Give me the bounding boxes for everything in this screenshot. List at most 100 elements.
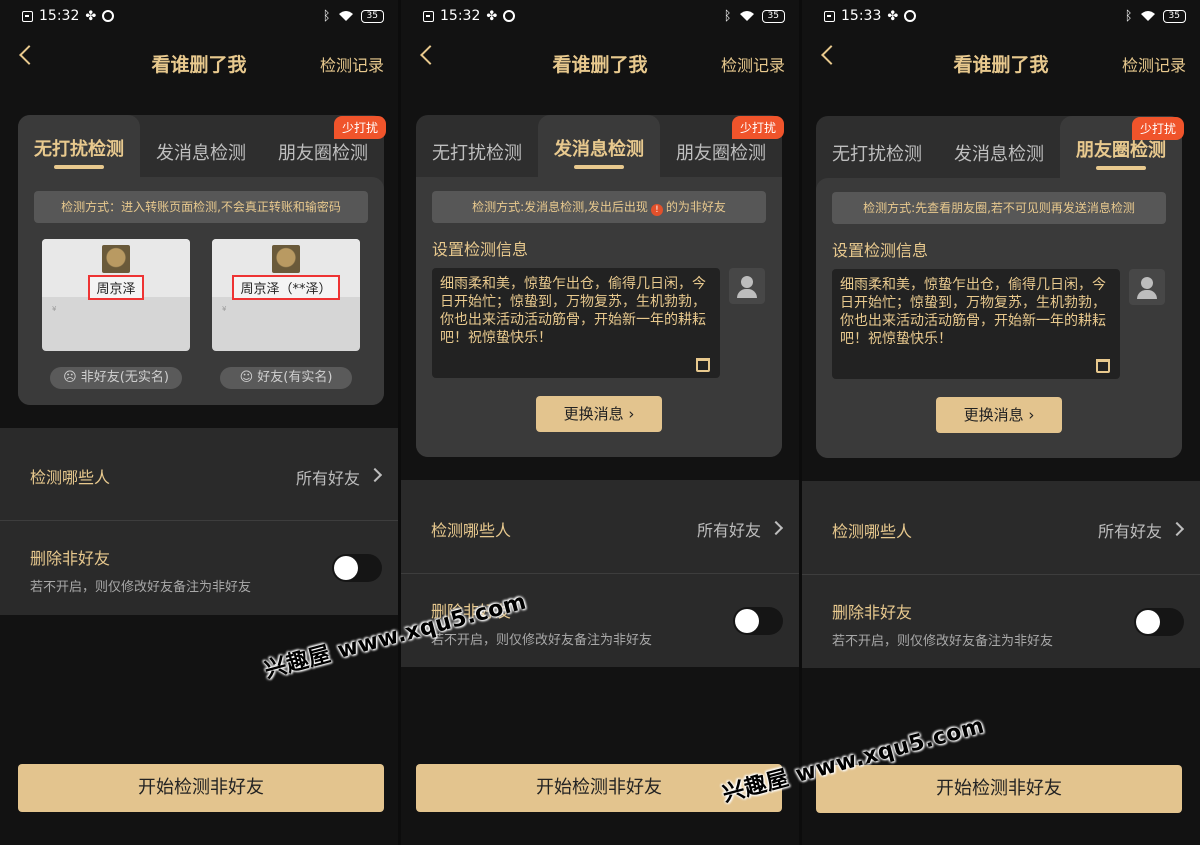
sample-friend: 周京泽（**泽） ¥ xyxy=(212,239,360,351)
detect-who-value: 所有好友 xyxy=(295,469,360,488)
method-text-b: 的为非好友 xyxy=(665,200,726,214)
change-message-button[interactable]: 更换消息 › xyxy=(536,396,662,432)
change-message-button[interactable]: 更换消息 › xyxy=(936,397,1062,433)
tab-label: 无打扰检测 xyxy=(832,144,922,165)
message-box[interactable]: 细雨柔和美，惊蛰乍出仓，偷得几日闲，今日开始忙；惊蛰到，万物复苏，生机勃勃，你也… xyxy=(832,269,1120,379)
tab-label: 朋友圈检测 xyxy=(278,143,368,164)
method-text-a: 检测方式:发消息检测,发出后出现 xyxy=(472,200,648,214)
chevron-right-icon xyxy=(768,520,784,536)
battery-icon: 35 xyxy=(1162,9,1186,23)
tab-label: 无打扰检测 xyxy=(34,139,124,160)
tab-message[interactable]: 发消息检测 xyxy=(140,115,262,177)
tab-label: 朋友圈检测 xyxy=(676,143,766,164)
sample-name: 周京泽（**泽） xyxy=(232,275,340,300)
delete-label: 删除非好友 xyxy=(30,549,111,568)
tab-underline xyxy=(1096,166,1146,170)
record-link[interactable]: 检测记录 xyxy=(320,52,384,76)
detect-who-label: 检测哪些人 xyxy=(832,522,913,541)
tab-bar: 无打扰检测 发消息检测 朋友圈检测 少打扰 xyxy=(18,115,386,177)
detect-who-row[interactable]: 检测哪些人 所有好友 xyxy=(401,480,799,573)
delete-label: 删除非好友 xyxy=(832,603,913,622)
delete-sub: 若不开启，则仅修改好友备注为非好友 xyxy=(30,580,252,595)
screen-1: 15:32 ✤ ᛒ 35 看谁删了我 检测记录 无打扰检测 发消息检测 朋友圈检测… xyxy=(0,0,398,845)
detect-who-label: 检测哪些人 xyxy=(30,468,111,487)
wifi-icon xyxy=(739,11,754,21)
method-text: 检测方式:先查看朋友圈,若不可见则再发送消息检测 xyxy=(832,192,1166,224)
change-label: 更换消息 xyxy=(563,405,624,423)
status-time: 15:32 xyxy=(440,8,481,24)
tab-quiet[interactable]: 无打扰检测 xyxy=(816,116,938,178)
tab-message[interactable]: 发消息检测 xyxy=(538,115,660,177)
delete-toggle[interactable] xyxy=(332,554,382,582)
notification-icon xyxy=(423,10,434,22)
method-text: 检测方式:发消息检测,发出后出现! 的为非好友 xyxy=(432,191,766,223)
screen-3: 15:33 ✤ ᛒ 35 看谁删了我 检测记录 无打扰检测 发消息检测 朋友圈检测… xyxy=(802,0,1200,845)
tab-quiet[interactable]: 无打扰检测 xyxy=(416,115,538,177)
message-text: 细雨柔和美，惊蛰乍出仓，偷得几日闲，今日开始忙；惊蛰到，万物复苏，生机勃勃，你也… xyxy=(440,276,706,346)
battery-icon: 35 xyxy=(360,9,384,23)
pill-non-friend: ☹ 非好友(无实名) xyxy=(50,367,182,389)
record-link[interactable]: 检测记录 xyxy=(1122,52,1186,76)
less-disturb-badge: 少打扰 xyxy=(1131,117,1184,140)
method-text: 检测方式：进入转账页面检测,不会真正转账和输密码 xyxy=(34,191,368,223)
sample-name: 周京泽 xyxy=(88,275,144,300)
bluetooth-icon: ᛒ xyxy=(322,8,331,24)
sync-icon xyxy=(102,10,115,22)
tab-label: 朋友圈检测 xyxy=(1076,140,1166,161)
header: 看谁删了我 检测记录 xyxy=(401,40,799,84)
start-button[interactable]: 开始检测非好友 xyxy=(18,764,384,812)
tab-underline xyxy=(54,165,104,169)
notification-icon xyxy=(22,10,33,22)
status-bar: 15:33 ✤ ᛒ 35 xyxy=(824,6,1186,26)
detect-who-label: 检测哪些人 xyxy=(431,521,512,540)
detect-who-row[interactable]: 检测哪些人 所有好友 xyxy=(0,428,398,520)
tab-quiet[interactable]: 无打扰检测 xyxy=(18,115,140,177)
detect-card: 无打扰检测 发消息检测 朋友圈检测 少打扰 检测方式:发消息检测,发出后出现! 的… xyxy=(416,115,784,457)
detect-who-value: 所有好友 xyxy=(696,521,761,540)
sample-placeholder: ¥ xyxy=(222,305,227,313)
contact-icon[interactable] xyxy=(729,268,765,304)
detect-card: 无打扰检测 发消息检测 朋友圈检测 少打扰 检测方式：进入转账页面检测,不会真正… xyxy=(18,115,386,405)
card-body: 检测方式：进入转账页面检测,不会真正转账和输密码 周京泽 ¥ 周京泽（**泽） … xyxy=(18,177,384,405)
detect-card: 无打扰检测 发消息检测 朋友圈检测 少打扰 检测方式:先查看朋友圈,若不可见则再… xyxy=(816,116,1184,458)
fan-icon: ✤ xyxy=(486,8,498,24)
status-time: 15:33 xyxy=(841,8,882,24)
message-box[interactable]: 细雨柔和美，惊蛰乍出仓，偷得几日闲，今日开始忙；惊蛰到，万物复苏，生机勃勃，你也… xyxy=(432,268,720,378)
sample-non-friend: 周京泽 ¥ xyxy=(42,239,190,351)
avatar xyxy=(272,245,300,273)
delete-row: 删除非好友 若不开启，则仅修改好友备注为非好友 xyxy=(0,521,398,615)
bluetooth-icon: ᛒ xyxy=(723,8,732,24)
notification-icon xyxy=(824,10,835,22)
pill-label: 好友(有实名) xyxy=(257,370,333,385)
trash-icon[interactable] xyxy=(1096,359,1110,373)
bluetooth-icon: ᛒ xyxy=(1124,8,1133,24)
trash-icon[interactable] xyxy=(696,358,710,372)
tab-bar: 无打扰检测 发消息检测 朋友圈检测 少打扰 xyxy=(816,116,1184,178)
warning-icon: ! xyxy=(650,204,663,216)
wifi-icon xyxy=(338,11,353,21)
tab-message[interactable]: 发消息检测 xyxy=(938,116,1060,178)
pill-friend: ☺ 好友(有实名) xyxy=(220,367,352,389)
tab-bar: 无打扰检测 发消息检测 朋友圈检测 少打扰 xyxy=(416,115,784,177)
fan-icon: ✤ xyxy=(887,8,899,24)
start-button[interactable]: 开始检测非好友 xyxy=(816,765,1182,813)
sync-icon xyxy=(904,10,917,22)
sample-placeholder: ¥ xyxy=(52,305,57,313)
status-bar: 15:32 ✤ ᛒ 35 xyxy=(423,6,785,26)
record-link[interactable]: 检测记录 xyxy=(721,52,785,76)
tab-label: 无打扰检测 xyxy=(432,143,522,164)
chevron-right-icon xyxy=(1169,521,1185,537)
delete-toggle[interactable] xyxy=(733,607,783,635)
tab-label: 发消息检测 xyxy=(554,139,644,160)
wifi-icon xyxy=(1140,11,1155,21)
less-disturb-badge: 少打扰 xyxy=(731,116,784,139)
set-info-label: 设置检测信息 xyxy=(832,241,929,260)
message-text: 细雨柔和美，惊蛰乍出仓，偷得几日闲，今日开始忙；惊蛰到，万物复苏，生机勃勃，你也… xyxy=(840,277,1106,347)
delete-toggle[interactable] xyxy=(1134,608,1184,636)
tab-label: 发消息检测 xyxy=(954,144,1044,165)
avatar xyxy=(102,245,130,273)
header: 看谁删了我 检测记录 xyxy=(802,40,1200,84)
contact-icon[interactable] xyxy=(1129,269,1165,305)
detect-who-row[interactable]: 检测哪些人 所有好友 xyxy=(802,481,1200,574)
change-label: 更换消息 xyxy=(963,406,1024,424)
